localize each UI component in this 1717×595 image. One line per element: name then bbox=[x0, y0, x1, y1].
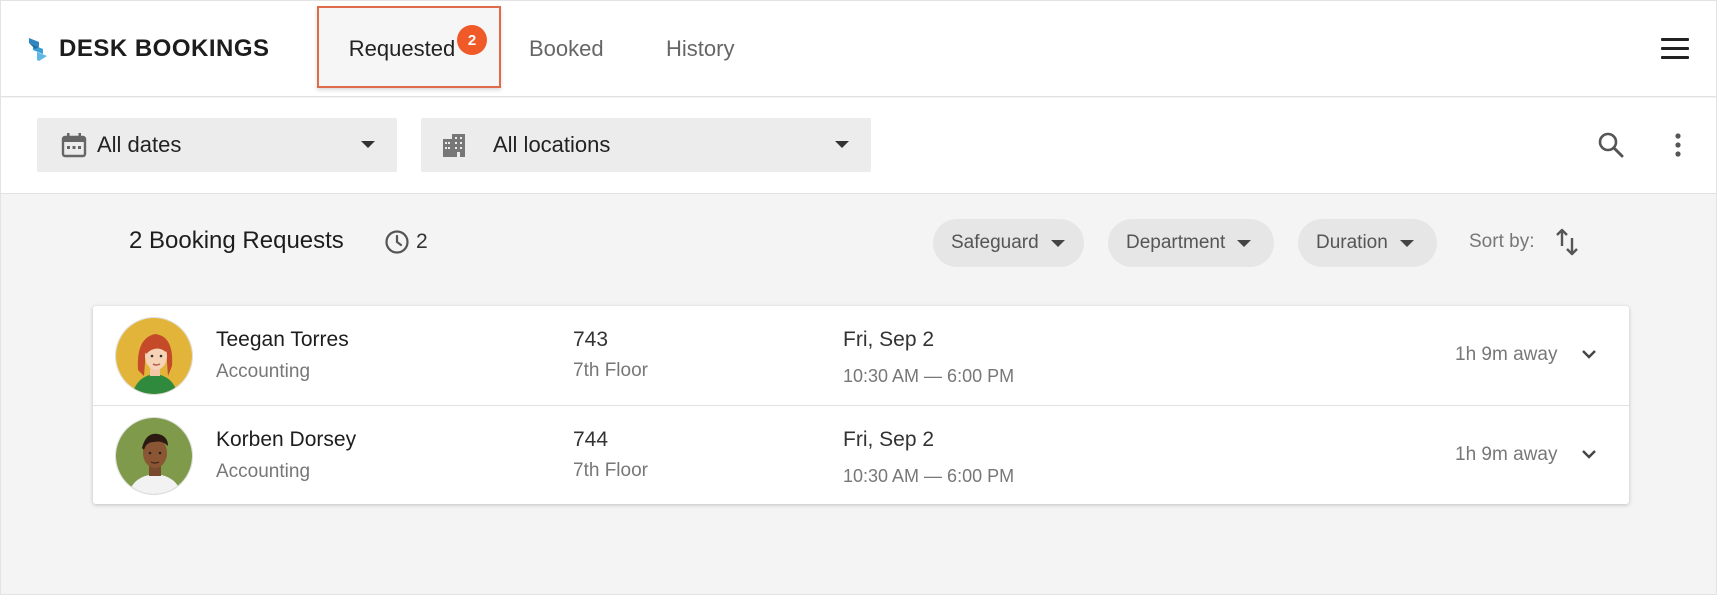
tab-history-label: History bbox=[666, 36, 735, 61]
chevron-down-icon[interactable] bbox=[1581, 448, 1597, 460]
desk-bookings-app: DESK BOOKINGS Requested 2 Booked History bbox=[0, 0, 1717, 595]
safeguard-filter-chip[interactable]: Safeguard bbox=[933, 219, 1084, 267]
booking-requests-title: 2 Booking Requests bbox=[129, 227, 344, 254]
chevron-down-icon bbox=[1237, 239, 1252, 247]
desk-floor: 7th Floor bbox=[573, 360, 648, 381]
building-icon bbox=[443, 134, 465, 157]
search-icon[interactable] bbox=[1597, 131, 1625, 159]
avatar bbox=[115, 317, 193, 395]
location-filter-select[interactable]: All locations bbox=[421, 118, 871, 172]
department-chip-label: Department bbox=[1126, 232, 1226, 253]
booking-time: 10:30 AM — 6:00 PM bbox=[843, 366, 1015, 386]
desk-bookings-logo-icon bbox=[29, 38, 47, 61]
booking-requests-list: Teegan Torres Accounting 743 7th Floor F… bbox=[93, 306, 1629, 504]
top-header: DESK BOOKINGS Requested 2 Booked History bbox=[1, 1, 1716, 97]
requester-department: Accounting bbox=[216, 461, 311, 482]
avatar bbox=[115, 417, 193, 495]
calendar-icon bbox=[61, 133, 87, 158]
requester-name: Korben Dorsey bbox=[216, 428, 357, 451]
duration-chip-label: Duration bbox=[1316, 232, 1388, 253]
safeguard-chip-label: Safeguard bbox=[951, 232, 1039, 253]
tab-history[interactable]: History bbox=[666, 1, 734, 97]
chevron-down-icon bbox=[1399, 239, 1414, 247]
time-away: 1h 9m away bbox=[1455, 444, 1558, 465]
desk-number: 743 bbox=[573, 328, 609, 351]
date-filter-value: All dates bbox=[97, 132, 182, 157]
booking-time: 10:30 AM — 6:00 PM bbox=[843, 466, 1015, 486]
list-item[interactable]: Teegan Torres Accounting 743 7th Floor F… bbox=[93, 306, 1629, 405]
department-filter-chip[interactable]: Department bbox=[1108, 219, 1274, 267]
brand-name: DESK BOOKINGS bbox=[59, 35, 270, 62]
chevron-down-icon bbox=[1050, 239, 1065, 247]
location-filter-value: All locations bbox=[493, 132, 611, 157]
tab-booked[interactable]: Booked bbox=[529, 1, 604, 97]
clock-icon bbox=[385, 230, 409, 254]
sort-icon[interactable] bbox=[1554, 227, 1580, 257]
chevron-down-icon bbox=[361, 141, 375, 148]
pending-count: 2 bbox=[416, 230, 428, 253]
booking-date: Fri, Sep 2 bbox=[843, 428, 935, 451]
tab-requested-label: Requested bbox=[348, 36, 456, 61]
more-options-icon[interactable] bbox=[1671, 131, 1685, 159]
hamburger-menu-icon[interactable] bbox=[1661, 38, 1689, 60]
requester-department: Accounting bbox=[216, 361, 311, 382]
list-item[interactable]: Korben Dorsey Accounting 744 7th Floor F… bbox=[93, 405, 1629, 504]
time-away: 1h 9m away bbox=[1455, 344, 1558, 365]
desk-number: 744 bbox=[573, 428, 609, 451]
chevron-down-icon bbox=[835, 141, 849, 148]
tab-booked-label: Booked bbox=[529, 36, 604, 61]
date-filter-select[interactable]: All dates bbox=[37, 118, 397, 172]
desk-floor: 7th Floor bbox=[573, 460, 648, 481]
chevron-down-icon[interactable] bbox=[1581, 348, 1597, 360]
booking-date: Fri, Sep 2 bbox=[843, 328, 935, 351]
brand[interactable]: DESK BOOKINGS bbox=[27, 35, 270, 63]
tab-requested[interactable]: Requested 2 bbox=[317, 6, 501, 88]
sort-by-label: Sort by: bbox=[1469, 231, 1535, 252]
duration-filter-chip[interactable]: Duration bbox=[1298, 219, 1437, 267]
requested-count-badge: 2 bbox=[457, 25, 487, 55]
filter-bar: All dates All locations bbox=[1, 98, 1716, 194]
requester-name: Teegan Torres bbox=[216, 328, 349, 351]
